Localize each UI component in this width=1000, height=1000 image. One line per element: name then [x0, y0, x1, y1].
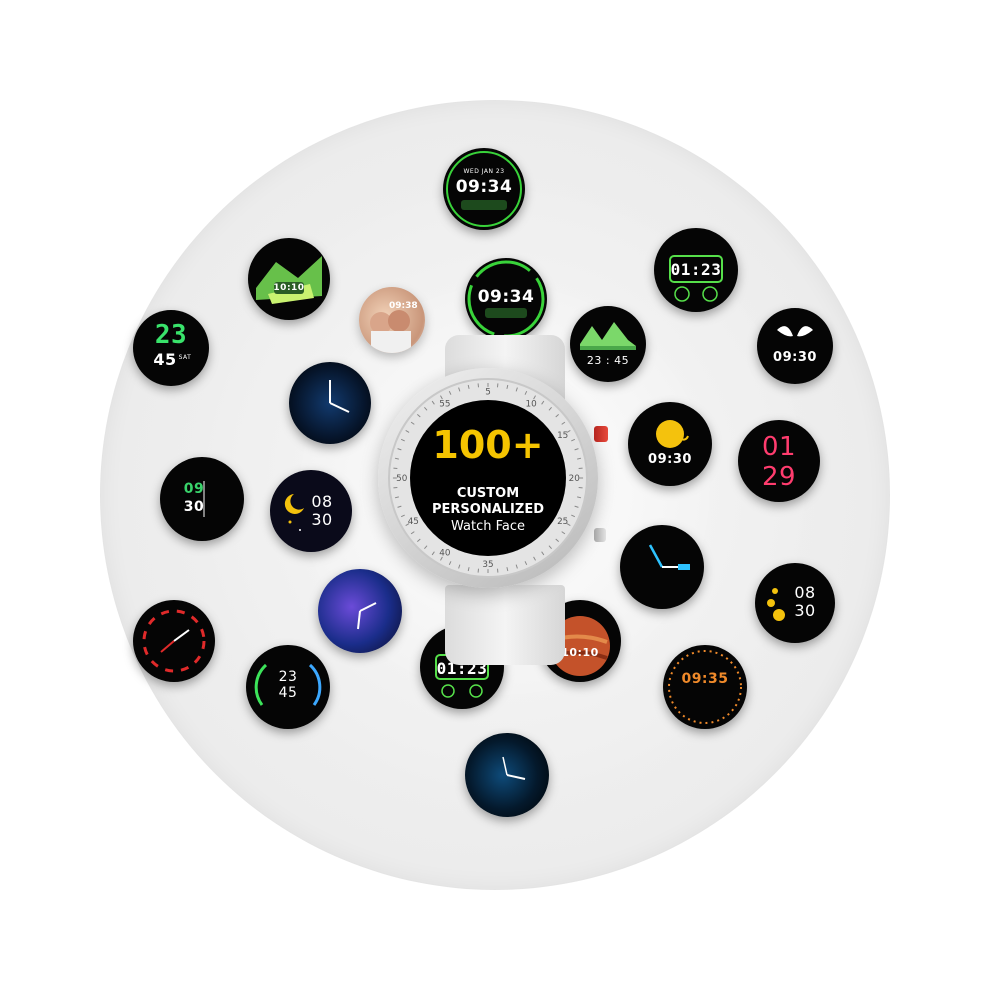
watch-face-photo[interactable]: 09:38 [359, 287, 425, 353]
face-time: 09:34 [477, 287, 535, 307]
bezel-tick [574, 505, 579, 508]
face-hour: 08 [794, 583, 816, 602]
face-hour: 08 [311, 492, 333, 511]
bezel-tick [431, 400, 435, 405]
bezel-tick [548, 545, 552, 549]
watch-strap-bottom [445, 585, 565, 665]
bezel-tick [467, 567, 470, 572]
bezel-tick [524, 390, 528, 395]
bezel-tick [555, 414, 559, 418]
face-time: 23 : 45 [586, 354, 630, 367]
watch-face-green-top[interactable]: WED JAN 23 09:34 [443, 148, 525, 230]
bezel-tick [577, 496, 582, 499]
side-button[interactable] [594, 528, 606, 542]
bezel-tick [524, 561, 528, 566]
watch-face-red-analog[interactable] [133, 600, 215, 682]
face-time: 09:38 [389, 301, 418, 311]
bezel-tick [515, 564, 518, 569]
bezel-tick [506, 384, 509, 389]
bezel-tick [577, 457, 582, 460]
bezel-number: 5 [485, 388, 491, 398]
crown-button-red[interactable] [594, 426, 608, 442]
watch-face-bottom-analog[interactable] [465, 733, 549, 817]
bezel-tick [448, 561, 452, 566]
face-hour: 23 [278, 669, 298, 685]
bezel-tick [574, 448, 579, 451]
bezel-tick [533, 556, 536, 561]
bezel-tick [431, 551, 435, 556]
bezel-number: 55 [439, 399, 450, 409]
watch-face-cyan-analog[interactable] [620, 525, 704, 609]
bezel-tick [541, 400, 545, 405]
watch-face-sun[interactable]: 09:30 [628, 402, 712, 486]
face-minute: 30 [311, 510, 333, 529]
promo-line-custom: CUSTOM [456, 486, 520, 501]
bezel-tick [548, 407, 552, 411]
watch-face-green-inner[interactable]: 09:34 [465, 258, 547, 340]
watch-face-blue-analog[interactable] [289, 362, 371, 444]
bezel-tick [394, 496, 399, 499]
watch-face-pink-digits[interactable]: 01 29 [738, 420, 820, 502]
face-time: 09:35 [681, 671, 729, 687]
watch-face-landscape-time[interactable]: 23 : 45 [570, 306, 646, 382]
bezel-tick [424, 545, 428, 549]
bezel-tick [571, 514, 576, 518]
bezel-tick [417, 538, 421, 542]
promo-line-watch-face: Watch Face [450, 519, 525, 534]
bezel-number: 20 [569, 474, 581, 484]
bezel-tick [397, 448, 402, 451]
watch-face-galaxy[interactable] [318, 569, 402, 653]
bezel-tick [400, 438, 405, 442]
bezel-tick [400, 514, 405, 518]
face-time: 09:34 [455, 177, 513, 197]
bezel-tick [555, 538, 559, 542]
face-hour: 01 [761, 432, 797, 462]
bezel-number: 50 [396, 474, 408, 484]
watch-face-arc[interactable]: 23 45 [246, 645, 330, 729]
bezel-tick [571, 438, 576, 442]
watch-face-yellow-digits[interactable]: 08 30 [755, 563, 835, 643]
face-day: SAT [178, 354, 192, 361]
bezel-tick [448, 390, 452, 395]
face-minute: 30 [794, 601, 816, 620]
watch-face-orange[interactable]: 09:35 [663, 645, 747, 729]
watch-face-landscape-hills[interactable]: 10:10 [248, 238, 330, 320]
watch-face-green-digital[interactable]: 01:23 [654, 228, 738, 312]
promo-count: 100+ [432, 423, 544, 467]
bezel-tick [424, 407, 428, 411]
bezel-number: 40 [439, 549, 451, 559]
bezel-tick [397, 505, 402, 508]
bezel-tick [394, 457, 399, 460]
face-time: 01:23 [670, 260, 722, 279]
bezel-tick [405, 430, 410, 433]
face-hour: 23 [154, 320, 188, 350]
face-date: WED JAN 23 [463, 168, 505, 175]
watch-face-split-digits[interactable]: 09 30 [160, 457, 244, 541]
bezel-tick [417, 414, 421, 418]
face-time: 09:30 [648, 452, 692, 467]
watch-face-moon[interactable]: 08 30 [270, 470, 352, 552]
bezel-number: 35 [482, 560, 493, 570]
face-time: 09:30 [773, 350, 817, 365]
bezel-number: 10 [526, 399, 538, 409]
face-minute: 45 [278, 685, 298, 701]
bezel-tick [541, 551, 545, 556]
face-time: 10:10 [273, 283, 305, 293]
bezel-tick [515, 387, 518, 392]
watch-face-venom[interactable]: 09:30 [757, 308, 833, 384]
face-minute: 29 [761, 462, 797, 492]
bezel-tick [467, 384, 470, 389]
bezel-tick [506, 567, 509, 572]
promo-line-personalized: PERSONALIZED [432, 502, 544, 517]
watch-face-big-digits[interactable]: 23 45 SAT [133, 310, 209, 386]
bezel-tick [458, 387, 461, 392]
bezel-tick [458, 564, 461, 569]
